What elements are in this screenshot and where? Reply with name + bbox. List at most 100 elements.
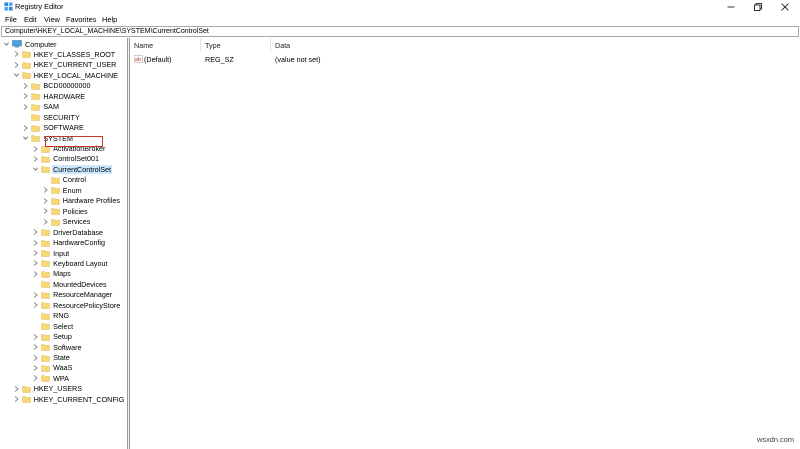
folder-icon — [41, 312, 50, 320]
tree-node[interactable]: WaaS — [32, 363, 73, 373]
value-row[interactable]: ab (Default) REG_SZ (value not set) — [130, 53, 800, 64]
expand-chevron-icon[interactable] — [42, 218, 49, 226]
collapse-chevron-icon[interactable] — [22, 134, 29, 142]
tree-node[interactable]: State — [32, 353, 71, 363]
tree-node[interactable]: Control — [42, 175, 87, 185]
tree-node[interactable]: Hardware Profiles — [42, 196, 121, 206]
expand-chevron-icon[interactable] — [32, 374, 39, 382]
minimize-button[interactable] — [718, 0, 744, 13]
folder-icon — [41, 250, 50, 257]
tree-node[interactable]: Keyboard Layout — [32, 258, 108, 268]
tree-node[interactable]: MountedDevices — [32, 279, 108, 289]
menu-favorites[interactable]: Favorites — [66, 15, 96, 24]
tree-node[interactable]: BCD00000000 — [22, 81, 91, 91]
menu-bar: File Edit View Favorites Help — [0, 13, 800, 25]
expand-chevron-icon[interactable] — [42, 197, 49, 205]
folder-icon — [31, 83, 41, 90]
tree-node[interactable]: SOFTWARE — [22, 123, 84, 133]
expand-chevron-icon[interactable] — [13, 61, 20, 69]
column-header-type[interactable]: Type — [205, 41, 221, 50]
tree-node[interactable]: Select — [32, 321, 74, 331]
tree-node[interactable]: Services — [42, 217, 92, 227]
expand-chevron-icon[interactable] — [22, 82, 29, 90]
expand-chevron-icon[interactable] — [32, 249, 39, 257]
expand-chevron-icon[interactable] — [22, 103, 29, 111]
collapse-chevron-icon[interactable] — [32, 165, 39, 173]
column-divider[interactable] — [270, 38, 271, 52]
tree-node[interactable]: HKEY_CURRENT_CONFIG — [13, 394, 126, 404]
expand-chevron-icon[interactable] — [42, 207, 49, 215]
tree-node-label: Control — [62, 175, 86, 185]
expand-chevron-icon[interactable] — [22, 124, 29, 132]
address-path: Computer\HKEY_LOCAL_MACHINE\SYSTEM\Curre… — [5, 28, 209, 35]
expand-chevron-icon[interactable] — [13, 50, 20, 58]
tree-node[interactable]: Computer — [3, 39, 58, 49]
folder-icon — [51, 208, 60, 215]
tree-node[interactable]: Setup — [32, 332, 73, 342]
folder-icon — [51, 187, 60, 194]
tree-node[interactable]: HardwareConfig — [32, 238, 106, 248]
folder-icon — [31, 93, 41, 100]
tree-node[interactable]: HKEY_LOCAL_MACHINE — [13, 70, 119, 80]
tree-node[interactable]: Input — [32, 248, 70, 258]
tree-node[interactable]: ResourcePolicyStore — [32, 300, 121, 310]
expand-chevron-icon[interactable] — [32, 343, 39, 351]
tree-node[interactable]: HKEY_CLASSES_ROOT — [13, 49, 117, 59]
expand-chevron-icon[interactable] — [32, 364, 39, 372]
tree-node[interactable]: Enum — [42, 185, 83, 195]
tree-node[interactable]: HKEY_CURRENT_USER — [13, 60, 118, 70]
column-header-name[interactable]: Name — [134, 41, 153, 50]
folder-icon — [51, 218, 60, 226]
tree-node-label: Services — [62, 217, 91, 227]
expand-chevron-icon[interactable] — [32, 155, 39, 163]
key-tree[interactable]: Computer HKEY_CLASSES_ROOT HKEY_CURRENT_US… — [1, 38, 127, 449]
values-list[interactable]: Name Type Data ab (Default) REG_SZ (valu… — [130, 38, 800, 449]
address-bar[interactable]: Computer\HKEY_LOCAL_MACHINE\SYSTEM\Curre… — [1, 26, 799, 37]
folder-icon — [51, 177, 60, 184]
expand-chevron-icon[interactable] — [13, 395, 20, 403]
tree-node[interactable]: Software — [32, 342, 82, 352]
tree-node[interactable]: HARDWARE — [22, 91, 86, 101]
tree-node[interactable]: ResourceManager — [32, 290, 113, 300]
tree-node[interactable]: ControlSet001 — [32, 154, 100, 164]
tree-node[interactable]: SECURITY — [22, 112, 80, 122]
tree-node[interactable]: Policies — [42, 206, 89, 216]
expand-chevron-icon[interactable] — [32, 333, 39, 341]
tree-node[interactable]: HKEY_USERS — [13, 384, 83, 394]
expand-chevron-icon[interactable] — [42, 186, 49, 194]
expand-chevron-icon[interactable] — [22, 92, 29, 100]
expand-chevron-icon[interactable] — [32, 270, 39, 278]
expand-chevron-icon[interactable] — [32, 145, 39, 153]
expand-chevron-icon[interactable] — [32, 239, 39, 247]
maximize-button[interactable] — [745, 0, 771, 13]
tree-node-label: ControlSet001 — [53, 154, 100, 164]
menu-view[interactable]: View — [44, 15, 60, 24]
menu-edit[interactable]: Edit — [24, 15, 37, 24]
menu-file[interactable]: File — [5, 15, 17, 24]
window-title: Registry Editor — [15, 2, 64, 11]
tree-node[interactable]: RNG — [32, 311, 70, 321]
collapse-chevron-icon[interactable] — [3, 40, 10, 48]
tree-node[interactable]: CurrentControlSet — [32, 164, 113, 174]
expand-chevron-icon[interactable] — [32, 291, 39, 299]
string-value-icon: ab — [134, 55, 143, 63]
expand-chevron-icon[interactable] — [32, 301, 39, 309]
tree-node[interactable]: DriverDatabase — [32, 227, 104, 237]
tree-node[interactable]: Maps — [32, 269, 72, 279]
tree-node[interactable]: WPA — [32, 373, 70, 383]
expand-chevron-icon[interactable] — [13, 385, 20, 393]
expand-chevron-icon[interactable] — [32, 259, 39, 267]
column-header-data[interactable]: Data — [275, 41, 290, 50]
expand-chevron-icon[interactable] — [32, 354, 39, 362]
tree-node[interactable]: SAM — [22, 102, 60, 112]
folder-icon — [21, 72, 31, 80]
close-button[interactable] — [772, 0, 798, 13]
collapse-chevron-icon[interactable] — [13, 71, 20, 79]
expand-chevron-icon[interactable] — [32, 228, 39, 236]
menu-help[interactable]: Help — [102, 15, 117, 24]
column-divider[interactable] — [200, 38, 201, 52]
